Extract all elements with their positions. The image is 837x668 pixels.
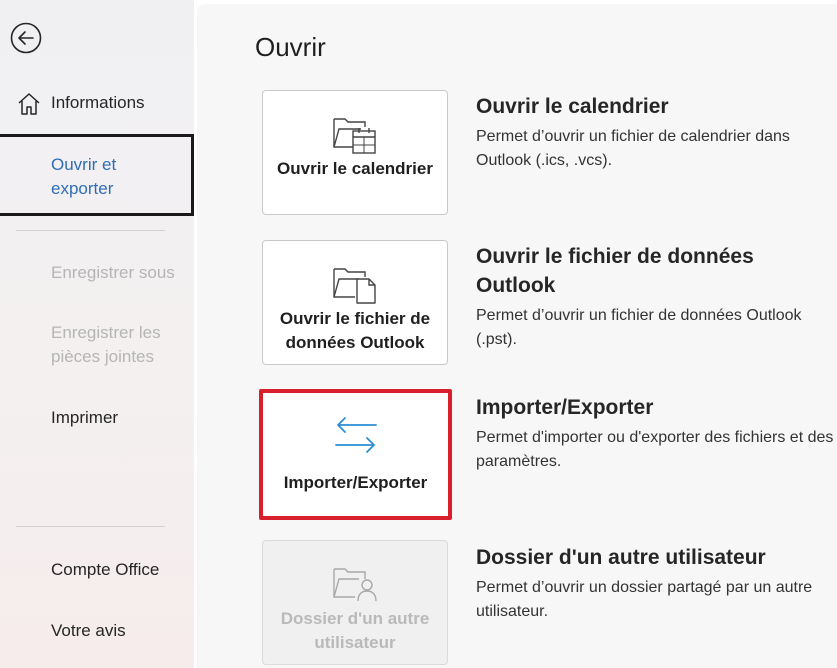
open-calendar-button[interactable]: Ouvrir le calendrier: [262, 90, 448, 215]
option-title: Dossier d'un autre utilisateur: [476, 546, 766, 569]
option-description: Permet d’ouvrir un dossier partagé par u…: [476, 579, 813, 620]
sidebar-item-label: Enregistrer les pièces jointes: [51, 323, 161, 366]
tile-label: Ouvrir le calendrier: [277, 159, 433, 178]
tile-label: Dossier d'un autre utilisateur: [280, 609, 430, 652]
backstage-sidebar: Informations Ouvrir et exporter Enregist…: [0, 0, 194, 668]
option-description: Permet d'importer ou d'exporter des fich…: [476, 429, 834, 470]
import-export-description: Importer/Exporter Permet d'importer ou d…: [476, 393, 836, 474]
folder-file-icon: [333, 268, 376, 304]
option-description: Permet d’ouvrir un fichier de données Ou…: [476, 307, 802, 348]
sidebar-item-label: Imprimer: [51, 408, 119, 427]
option-title: Ouvrir le fichier de données Outlook: [476, 245, 754, 297]
open-panel: Ouvrir Ouvrir le calendrier Ouvrir le ca…: [197, 4, 837, 668]
sidebar-item-label: Votre avis: [51, 621, 126, 640]
tile-label: Importer/Exporter: [283, 473, 428, 492]
home-icon: [18, 93, 40, 115]
sidebar-divider: [16, 230, 165, 231]
import-export-arrows-icon: [334, 417, 377, 453]
option-title: Ouvrir le calendrier: [476, 95, 669, 118]
back-arrow-icon: [10, 22, 42, 54]
sidebar-item-label: Compte Office: [51, 560, 160, 579]
tile-label: Ouvrir le fichier de données Outlook: [279, 309, 431, 352]
open-calendar-description: Ouvrir le calendrier Permet d’ouvrir un …: [476, 92, 836, 173]
sidebar-item-label: Ouvrir et exporter: [51, 155, 117, 198]
sidebar-item-informations[interactable]: Informations: [0, 91, 194, 117]
folder-calendar-icon: [333, 118, 376, 154]
open-outlook-data-file-button[interactable]: Ouvrir le fichier de données Outlook: [262, 240, 448, 365]
sidebar-item-label: Enregistrer sous: [51, 263, 175, 282]
other-user-folder-description: Dossier d'un autre utilisateur Permet d’…: [476, 543, 836, 624]
open-outlook-data-file-description: Ouvrir le fichier de données Outlook Per…: [476, 242, 836, 352]
option-title: Importer/Exporter: [476, 396, 654, 419]
sidebar-item-open-export[interactable]: Ouvrir et exporter: [0, 134, 194, 216]
back-button[interactable]: [10, 22, 42, 54]
import-export-button[interactable]: Importer/Exporter: [259, 389, 452, 520]
sidebar-divider: [16, 526, 165, 527]
page-title: Ouvrir: [255, 32, 326, 62]
shared-folder-user-icon: [333, 568, 377, 602]
option-description: Permet d’ouvrir un fichier de calendrier…: [476, 128, 790, 169]
other-user-folder-button[interactable]: Dossier d'un autre utilisateur: [262, 540, 448, 665]
sidebar-item-label: Informations: [51, 93, 145, 112]
